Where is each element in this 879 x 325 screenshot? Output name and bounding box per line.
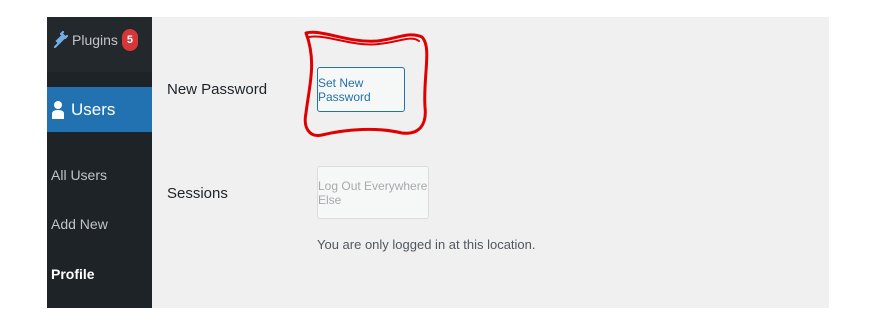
red-annotation-scribble [303, 30, 429, 137]
admin-frame: Plugins 5 Users All Users Add New Profil… [47, 17, 829, 308]
